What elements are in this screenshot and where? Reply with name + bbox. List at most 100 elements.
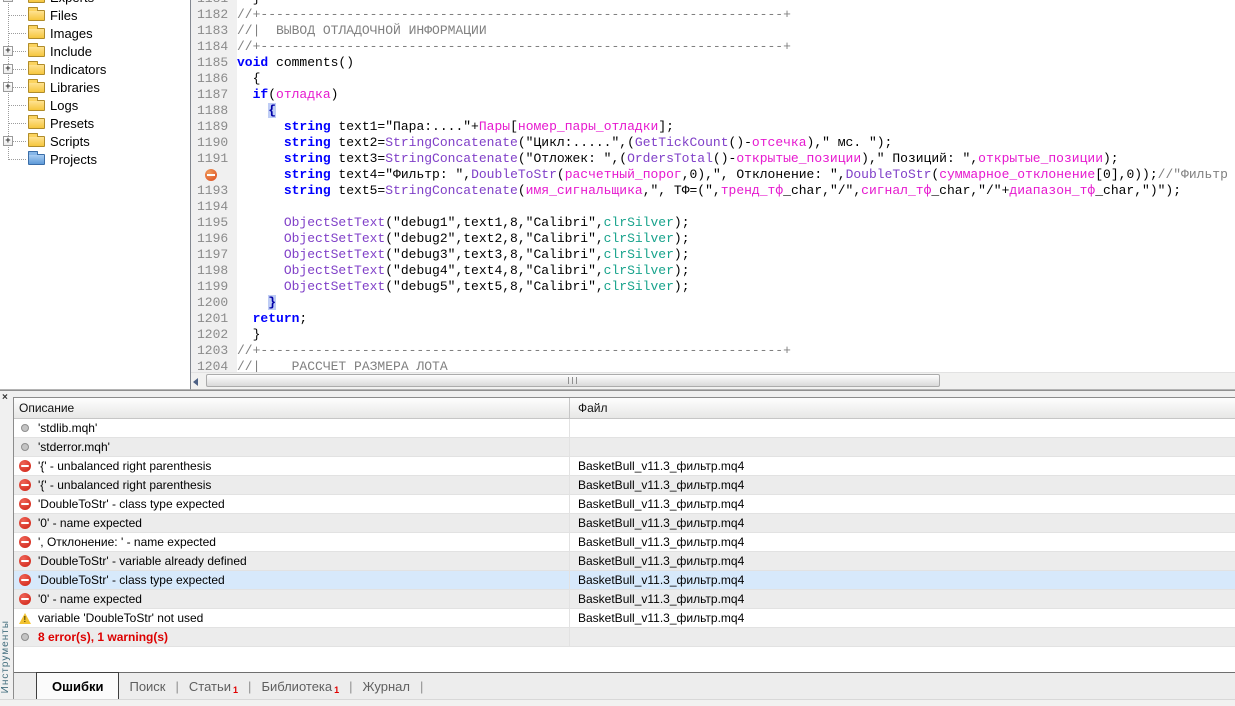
code-line[interactable]: 1203//+---------------------------------…	[191, 343, 1235, 359]
code-line[interactable]: 1199 ObjectSetText("debug5",text5,8,"Cal…	[191, 279, 1235, 295]
sidebar-item-label: Include	[50, 44, 92, 59]
sidebar-item-indicators[interactable]: +Indicators	[0, 60, 190, 78]
toolbox-side-strip: × Инструменты	[0, 391, 13, 699]
code-line[interactable]: 1184//+---------------------------------…	[191, 39, 1235, 55]
code-line[interactable]: 1196 ObjectSetText("debug2",text2,8,"Cal…	[191, 231, 1235, 247]
code-line[interactable]: 1195 ObjectSetText("debug1",text1,8,"Cal…	[191, 215, 1235, 231]
code-line[interactable]: 1186 {	[191, 71, 1235, 87]
code-line[interactable]: 1183//| ВЫВОД ОТЛАДОЧНОЙ ИНФОРМАЦИИ	[191, 23, 1235, 39]
tab-журнал[interactable]: Журнал	[353, 673, 420, 699]
row-icon-cell	[18, 633, 32, 641]
code-text: }	[237, 295, 276, 311]
row-icon-cell	[18, 443, 32, 451]
error-row[interactable]: '{' - unbalanced right parenthesisBasket…	[14, 476, 1235, 495]
tab-статьи[interactable]: Статьи1	[179, 673, 248, 699]
tab-библиотека[interactable]: Библиотека1	[251, 673, 349, 699]
close-icon[interactable]: ×	[2, 393, 8, 402]
error-description-cell: 8 error(s), 1 warning(s)	[14, 628, 570, 646]
expand-icon[interactable]: +	[3, 64, 13, 74]
error-row[interactable]: '0' - name expectedBasketBull_v11.3_филь…	[14, 590, 1235, 609]
code-line[interactable]: 1193 string text5=StringConcatenate(имя_…	[191, 183, 1235, 199]
navigator-file-tree[interactable]: +ExpertsFilesImages+Include+Indicators+L…	[0, 0, 191, 390]
expand-icon[interactable]: +	[3, 136, 13, 146]
code-line[interactable]: 1201 return;	[191, 311, 1235, 327]
code-line[interactable]: 1200 }	[191, 295, 1235, 311]
error-row[interactable]: ', Отклонение: ' - name expectedBasketBu…	[14, 533, 1235, 552]
error-icon	[19, 460, 31, 472]
sidebar-item-presets[interactable]: Presets	[0, 114, 190, 132]
line-number: 1197	[191, 247, 237, 263]
errors-rows: 'stdlib.mqh' 'stderror.mqh' '{' - unbalanc…	[14, 419, 1235, 647]
code-line[interactable]: 1202 }	[191, 327, 1235, 343]
sidebar-item-label: Libraries	[50, 80, 100, 95]
warning-icon	[19, 613, 31, 624]
error-description-cell: 'DoubleToStr' - class type expected	[14, 571, 570, 589]
code-line[interactable]: 1185void comments()	[191, 55, 1235, 71]
sidebar-item-label: Images	[50, 26, 93, 41]
code-text: ObjectSetText("debug5",text5,8,"Calibri"…	[237, 279, 690, 295]
row-icon-cell	[18, 536, 32, 548]
code-text: //+-------------------------------------…	[237, 343, 791, 359]
error-description: '0' - name expected	[38, 592, 142, 606]
error-description: 'DoubleToStr' - class type expected	[38, 573, 225, 587]
error-description: 'stderror.mqh'	[38, 440, 110, 454]
hscrollbar-thumb[interactable]	[206, 374, 940, 387]
line-number: 1200	[191, 295, 237, 311]
error-icon	[19, 574, 31, 586]
code-line[interactable]: 1191 string text3=StringConcatenate("Отл…	[191, 151, 1235, 167]
code-line[interactable]: 1188 {	[191, 103, 1235, 119]
editor-hscrollbar[interactable]	[191, 372, 1235, 389]
code-line[interactable]: 1187 if(отладка)	[191, 87, 1235, 103]
errors-panel: Описание Файл 'stdlib.mqh' 'stderror.mqh'…	[13, 397, 1235, 699]
folder-icon	[28, 46, 45, 57]
expand-icon[interactable]: +	[3, 82, 13, 92]
sidebar-item-images[interactable]: Images	[0, 24, 190, 42]
error-row[interactable]: 'stdlib.mqh'	[14, 419, 1235, 438]
code-editor[interactable]: 1181 }1182//+---------------------------…	[191, 0, 1235, 390]
code-line[interactable]: 1189 string text1="Пара:...."+Пары[номер…	[191, 119, 1235, 135]
error-row[interactable]: 'DoubleToStr' - variable already defined…	[14, 552, 1235, 571]
code-line[interactable]: 1198 ObjectSetText("debug4",text4,8,"Cal…	[191, 263, 1235, 279]
expand-icon[interactable]: +	[3, 0, 13, 2]
error-file: BasketBull_v11.3_фильтр.mq4	[570, 573, 1235, 587]
error-row[interactable]: 'stderror.mqh'	[14, 438, 1235, 457]
sidebar-item-libraries[interactable]: + Libraries	[0, 78, 190, 96]
error-row[interactable]: '{' - unbalanced right parenthesisBasket…	[14, 457, 1235, 476]
line-number: 1199	[191, 279, 237, 295]
error-description: '{' - unbalanced right parenthesis	[38, 478, 211, 492]
code-line[interactable]: 1190 string text2=StringConcatenate("Цик…	[191, 135, 1235, 151]
code-line[interactable]: 1182//+---------------------------------…	[191, 7, 1235, 23]
sidebar-item-scripts[interactable]: +Scripts	[0, 132, 190, 150]
scrollbar-grip-icon	[568, 377, 578, 384]
tab-separator: |	[420, 673, 423, 699]
code-line[interactable]: 1197 ObjectSetText("debug3",text3,8,"Cal…	[191, 247, 1235, 263]
error-row[interactable]: 8 error(s), 1 warning(s)	[14, 628, 1235, 647]
line-number: 1190	[191, 135, 237, 151]
error-row[interactable]: 'DoubleToStr' - class type expected Baske…	[14, 571, 1235, 590]
error-row[interactable]: '0' - name expectedBasketBull_v11.3_филь…	[14, 514, 1235, 533]
error-icon	[19, 555, 31, 567]
sidebar-item-projects[interactable]: Projects	[0, 150, 190, 168]
sidebar-item-include[interactable]: + Include	[0, 42, 190, 60]
error-row[interactable]: 'DoubleToStr' - class type expectedBaske…	[14, 495, 1235, 514]
tab-ошибки[interactable]: Ошибки	[36, 672, 119, 699]
code-text: ObjectSetText("debug1",text1,8,"Calibri"…	[237, 215, 690, 231]
code-text: ObjectSetText("debug4",text4,8,"Calibri"…	[237, 263, 690, 279]
code-line[interactable]: string text4="Фильтр: ",DoubleToStr(расч…	[191, 167, 1235, 183]
sidebar-item-logs[interactable]: Logs	[0, 96, 190, 114]
errors-table-header: Описание Файл	[14, 398, 1235, 419]
tab-поиск[interactable]: Поиск	[119, 673, 175, 699]
sidebar-item-files[interactable]: Files	[0, 6, 190, 24]
error-description-cell: '{' - unbalanced right parenthesis	[14, 476, 570, 494]
code-line[interactable]: 1194	[191, 199, 1235, 215]
error-description: 8 error(s), 1 warning(s)	[38, 630, 168, 644]
code-line[interactable]: 1181 }	[191, 0, 1235, 7]
row-icon-cell	[18, 498, 32, 510]
code-text: //+-------------------------------------…	[237, 39, 791, 55]
line-number: 1187	[191, 87, 237, 103]
scroll-left-arrow-icon[interactable]	[193, 377, 205, 387]
column-header-description[interactable]: Описание	[14, 398, 570, 418]
column-header-file[interactable]: Файл	[570, 401, 1235, 415]
error-row[interactable]: variable 'DoubleToStr' not usedBasketBul…	[14, 609, 1235, 628]
expand-icon[interactable]: +	[3, 46, 13, 56]
